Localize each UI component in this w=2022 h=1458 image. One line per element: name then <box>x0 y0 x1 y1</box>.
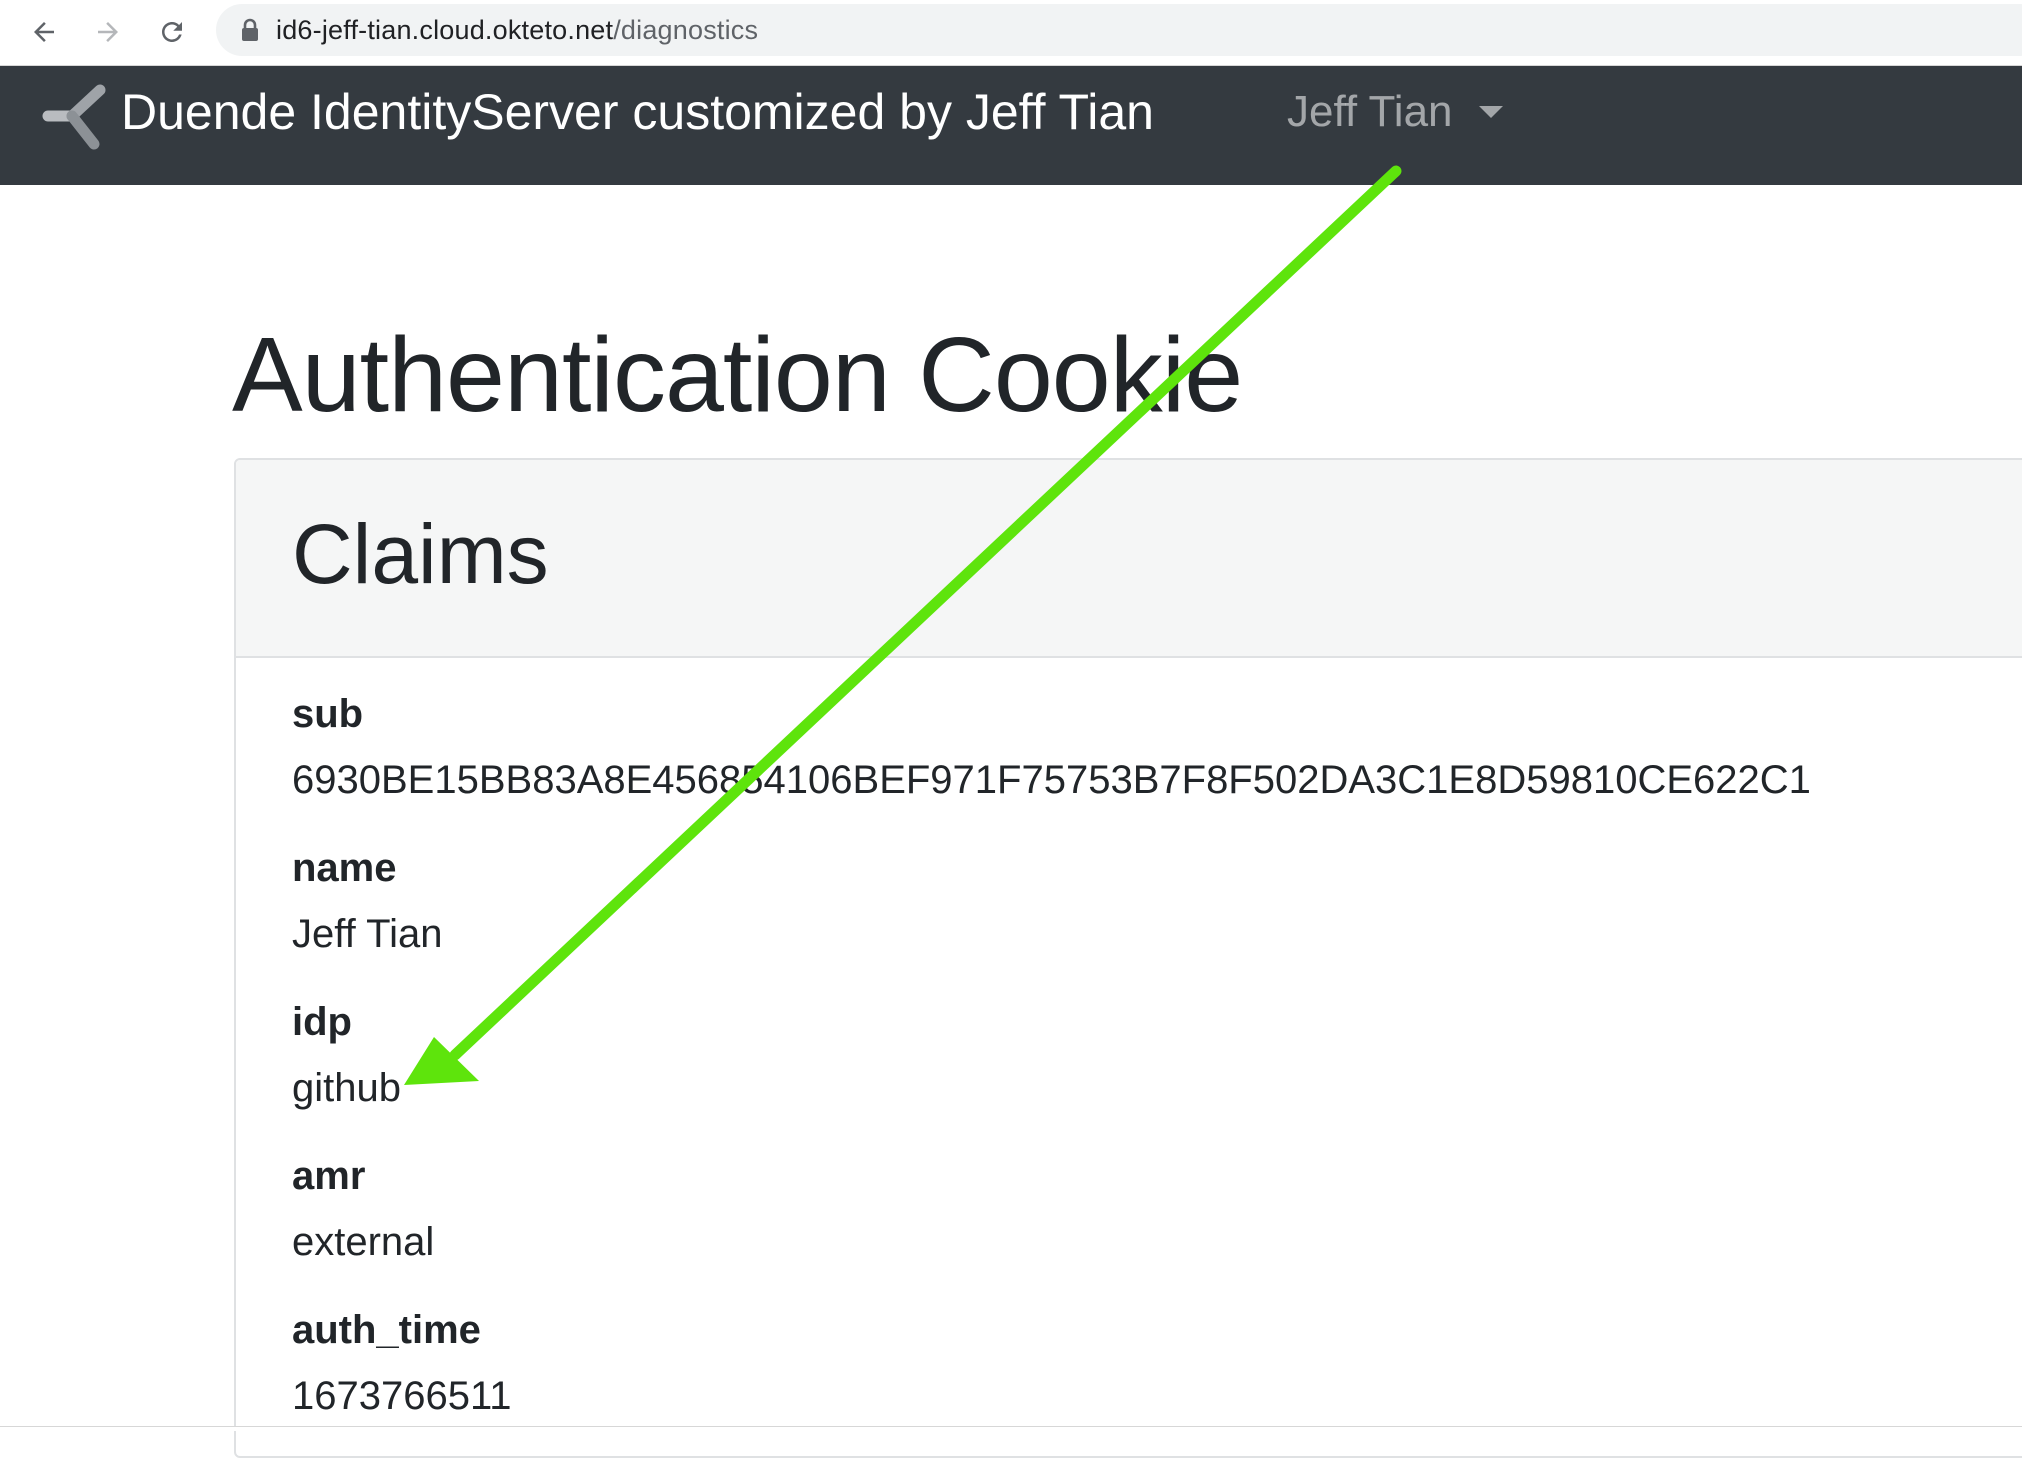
address-bar[interactable]: id6-jeff-tian.cloud.okteto.net/diagnosti… <box>216 4 2022 56</box>
viewport-bottom-edge <box>0 1426 2022 1431</box>
reload-button[interactable] <box>150 10 194 54</box>
back-arrow-icon <box>34 22 54 42</box>
url-path: /diagnostics <box>613 14 759 45</box>
claim-term-name: name <box>292 846 397 890</box>
forward-arrow-icon <box>98 22 118 42</box>
brand-title[interactable]: Duende IdentityServer customized by Jeff… <box>121 80 1154 144</box>
claim-value-sub: 6930BE15BB83A8E456854106BEF971F75753B7F8… <box>292 758 1811 802</box>
caret-down-icon <box>1478 106 1503 118</box>
claims-card-header: Claims <box>236 460 2022 658</box>
url-host: id6-jeff-tian.cloud.okteto.net <box>276 14 614 45</box>
claim-value-auth-time: 1673766511 <box>292 1374 512 1418</box>
claims-heading: Claims <box>292 507 549 601</box>
reload-icon <box>162 22 182 42</box>
claim-term-auth-time: auth_time <box>292 1308 481 1352</box>
page-title: Authentication Cookie <box>232 316 1243 434</box>
claim-value-idp: github <box>292 1066 401 1110</box>
claim-value-amr: external <box>292 1220 435 1264</box>
claim-term-sub: sub <box>292 692 364 736</box>
url-text: id6-jeff-tian.cloud.okteto.net/diagnosti… <box>276 15 758 46</box>
claim-term-amr: amr <box>292 1154 366 1198</box>
site-navbar: Duende IdentityServer customized by Jeff… <box>0 66 2022 185</box>
lock-icon[interactable] <box>240 18 260 42</box>
claim-term-idp: idp <box>292 1000 352 1044</box>
user-menu-dropdown[interactable]: Jeff Tian <box>1287 80 1503 144</box>
back-button[interactable] <box>22 10 66 54</box>
claims-list: sub 6930BE15BB83A8E456854106BEF971F75753… <box>292 688 1811 1456</box>
user-menu-label: Jeff Tian <box>1287 87 1453 136</box>
claims-card: Claims sub 6930BE15BB83A8E456854106BEF97… <box>234 458 2022 1458</box>
forward-button[interactable] <box>86 10 130 54</box>
browser-toolbar: id6-jeff-tian.cloud.okteto.net/diagnosti… <box>0 0 2022 66</box>
claim-value-name: Jeff Tian <box>292 912 443 956</box>
duende-logo-icon[interactable] <box>42 80 110 152</box>
